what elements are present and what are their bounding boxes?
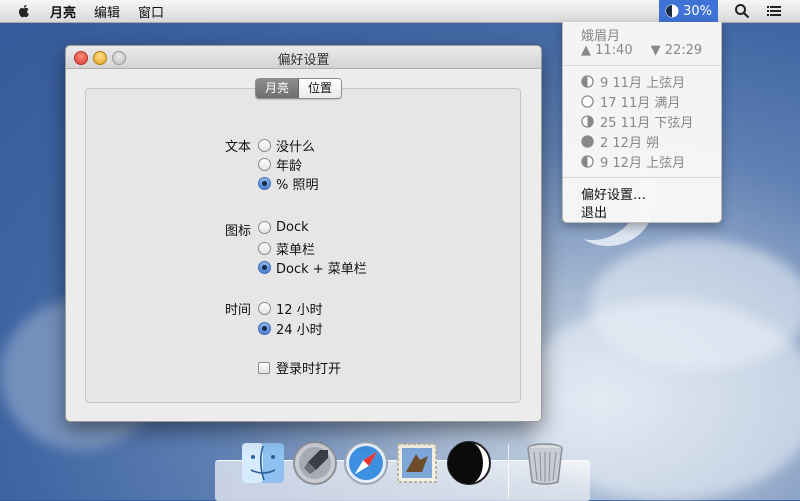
new-moon-icon	[581, 135, 594, 148]
radio-button-selected[interactable]	[258, 322, 271, 335]
time-option-24h[interactable]: 24 小时	[258, 319, 323, 338]
phase-item[interactable]: 2 12月 朔	[581, 132, 659, 151]
menu-window[interactable]: 窗口	[138, 2, 164, 21]
option-label: 24 小时	[276, 323, 323, 338]
option-label: 登录时打开	[276, 362, 342, 377]
icon-option-dock-and-menubar[interactable]: Dock + 菜单栏	[258, 258, 367, 277]
window-title: 偏好设置	[277, 53, 330, 68]
window-titlebar[interactable]: 偏好设置	[66, 46, 541, 69]
status-moon-item[interactable]: 30%	[659, 0, 718, 22]
text-group-label: 文本	[225, 140, 252, 155]
rise-set-times: ▲ 11:40 ▼ 22:29	[581, 43, 702, 58]
phase-item-label: 17 11月 满月	[600, 96, 681, 111]
current-phase-name: 娥眉月	[581, 29, 621, 44]
option-label: % 照明	[276, 178, 319, 193]
menu-separator	[563, 65, 721, 66]
spotlight-search-icon[interactable]	[734, 3, 750, 19]
icon-option-dock[interactable]: Dock	[258, 220, 309, 235]
text-option-illumination[interactable]: % 照明	[258, 174, 319, 193]
moonset-time: ▼ 22:29	[650, 43, 703, 58]
last-quarter-icon	[581, 115, 594, 128]
icon-group-label: 图标	[225, 224, 252, 239]
radio-button[interactable]	[258, 221, 271, 234]
tab-segmented-control: 月亮 位置	[255, 78, 343, 99]
option-label: 没什么	[276, 140, 316, 155]
open-at-login-option[interactable]: 登录时打开	[258, 358, 341, 377]
option-label: 12 小时	[276, 303, 323, 318]
radio-button[interactable]	[258, 139, 271, 152]
phase-item-label: 9 12月 上弦月	[600, 156, 686, 171]
text-option-nothing[interactable]: 没什么	[258, 136, 315, 155]
time-group-label: 时间	[225, 303, 252, 318]
radio-button[interactable]	[258, 158, 271, 171]
dock-divider	[508, 444, 509, 498]
full-moon-icon	[581, 95, 594, 108]
quit-menu-item[interactable]: 退出	[581, 202, 607, 221]
notification-list-icon[interactable]	[766, 3, 782, 19]
moon-app-icon[interactable]	[444, 438, 494, 488]
phase-item[interactable]: 9 12月 上弦月	[581, 152, 685, 171]
radio-button-selected[interactable]	[258, 177, 271, 190]
menu-edit[interactable]: 编辑	[94, 2, 120, 21]
moon-phase-icon	[665, 4, 679, 18]
trash-icon[interactable]	[520, 438, 570, 488]
menu-separator	[563, 177, 721, 178]
first-quarter-icon	[581, 75, 594, 88]
mail-icon[interactable]	[392, 438, 442, 488]
phase-item[interactable]: 17 11月 满月	[581, 92, 680, 111]
desktop-cloud	[590, 240, 800, 370]
option-label: 菜单栏	[276, 243, 316, 258]
radio-button[interactable]	[258, 302, 271, 315]
apple-icon[interactable]	[16, 3, 32, 19]
text-option-age[interactable]: 年龄	[258, 155, 302, 174]
preferences-window: 偏好设置 月亮 位置 文本 没什么 年龄 % 照明 图标 Dock 菜单栏 Do…	[65, 45, 542, 422]
radio-button-selected[interactable]	[258, 261, 271, 274]
safari-icon[interactable]	[341, 438, 391, 488]
finder-icon[interactable]	[238, 438, 288, 488]
phase-item-label: 2 12月 朔	[600, 136, 660, 151]
menu-app-name[interactable]: 月亮	[50, 2, 76, 21]
icon-option-menubar[interactable]: 菜单栏	[258, 239, 315, 258]
first-quarter-icon	[581, 155, 594, 168]
moon-status-menu: 娥眉月 ▲ 11:40 ▼ 22:29 9 11月 上弦月 17 11月 满月 …	[562, 22, 722, 223]
menu-bar: 月亮 编辑 窗口 30%	[0, 0, 800, 23]
option-label: Dock + 菜单栏	[276, 262, 367, 277]
status-percent: 30%	[683, 3, 712, 19]
phase-item-label: 9 11月 上弦月	[600, 76, 686, 91]
tab-content-panel: 文本 没什么 年龄 % 照明 图标 Dock 菜单栏 Dock + 菜单栏 时间	[85, 88, 521, 403]
moonrise-time: ▲ 11:40	[581, 43, 633, 58]
phase-item[interactable]: 25 11月 下弦月	[581, 112, 693, 131]
option-label: 年龄	[276, 159, 303, 174]
open-at-login-checkbox[interactable]	[258, 361, 270, 374]
phase-item-label: 25 11月 下弦月	[600, 116, 694, 131]
option-label: Dock	[276, 220, 309, 235]
launchpad-icon[interactable]	[290, 438, 340, 488]
preferences-menu-item[interactable]: 偏好设置…	[581, 184, 646, 203]
tab-moon[interactable]: 月亮	[256, 79, 300, 98]
tab-location[interactable]: 位置	[299, 79, 342, 98]
time-option-12h[interactable]: 12 小时	[258, 299, 323, 318]
radio-button[interactable]	[258, 242, 271, 255]
phase-item[interactable]: 9 11月 上弦月	[581, 72, 685, 91]
